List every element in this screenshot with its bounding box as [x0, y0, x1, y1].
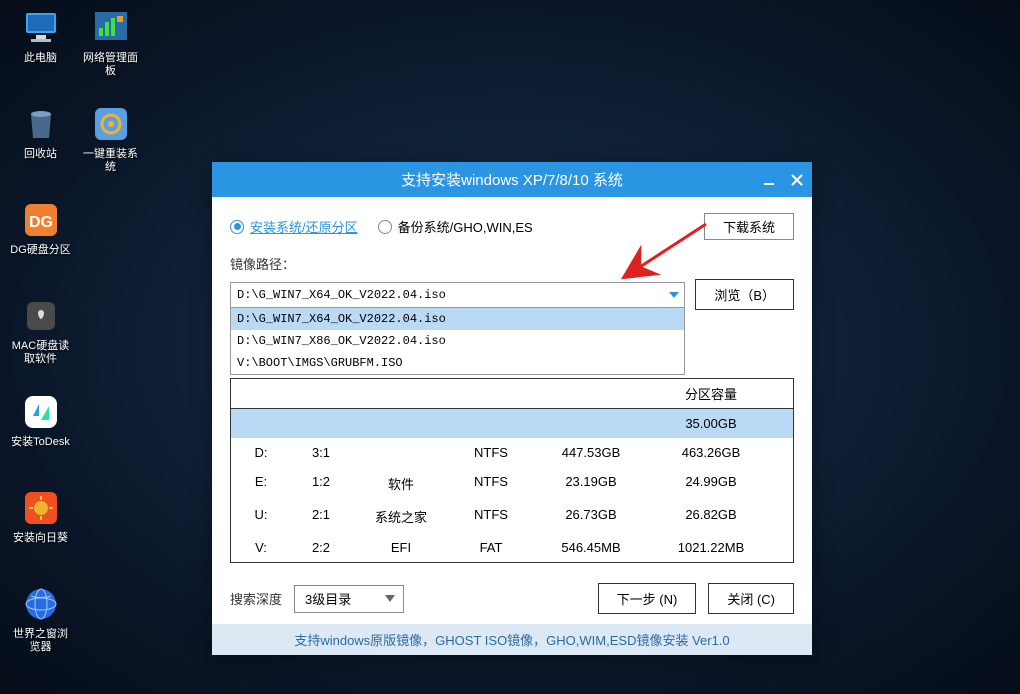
cell-used: 447.53GB: [531, 438, 651, 467]
mac-icon: [21, 296, 61, 336]
radio-backup-label: 备份系统/GHO,WIN,ES: [398, 217, 533, 236]
cell-index: 3:1: [291, 438, 351, 467]
cell-drive: U:: [231, 500, 291, 533]
image-path-row: D:\G_WIN7_X64_OK_V2022.04.isoD:\G_WIN7_X…: [230, 279, 794, 310]
dialog-body: 安装系统/还原分区 备份系统/GHO,WIN,ES 下载系统 镜像路径： D:\…: [212, 197, 812, 624]
installer-dialog: 支持安装windows XP/7/8/10 系统 安装系统/还原分区 备份系统/…: [212, 162, 812, 655]
dropdown-item[interactable]: D:\G_WIN7_X86_OK_V2022.04.iso: [231, 330, 684, 352]
icon-label: 一键重装系统: [78, 148, 143, 174]
icon-label: 网络管理面板: [78, 52, 143, 78]
image-path-dropdown: D:\G_WIN7_X64_OK_V2022.04.isoD:\G_WIN7_X…: [230, 308, 685, 375]
close-button[interactable]: [790, 173, 804, 187]
window-title: 支持安装windows XP/7/8/10 系统: [401, 169, 623, 190]
cell-drive: D:: [231, 438, 291, 467]
desktop-icon-net[interactable]: 网络管理面板: [78, 8, 143, 78]
dg-icon: DG: [21, 200, 61, 240]
image-path-label: 镜像路径：: [230, 254, 794, 273]
cell-index: 1:2: [291, 467, 351, 500]
browser-icon: [21, 584, 61, 624]
cell-name: 软件: [351, 467, 451, 500]
footer-text: 支持windows原版镜像，GHOST ISO镜像，GHO,WIM,ESD镜像安…: [212, 624, 812, 655]
todesk-icon: [21, 392, 61, 432]
dropdown-arrow-icon[interactable]: [669, 292, 679, 298]
desktop-icon-dg[interactable]: DG DG硬盘分区: [8, 200, 73, 257]
dropdown-item[interactable]: D:\G_WIN7_X64_OK_V2022.04.iso: [231, 308, 684, 330]
cell-index: 2:1: [291, 500, 351, 533]
window-controls: [762, 162, 804, 197]
next-button[interactable]: 下一步 (N): [598, 583, 697, 614]
cell-fs: NTFS: [451, 467, 531, 500]
bottom-row: 搜索深度 3级目录 下一步 (N) 关闭 (C): [230, 583, 794, 614]
download-system-button[interactable]: 下载系统: [704, 213, 794, 240]
cell-name: EFI: [351, 533, 451, 562]
cell-used: 23.19GB: [531, 467, 651, 500]
radio-circle-icon: [230, 220, 244, 234]
search-depth-select[interactable]: 3级目录: [294, 585, 404, 613]
partition-table: 分区容量 35.00GB D:3:1NTFS447.53GB463.26GBE:…: [230, 378, 794, 563]
radio-backup[interactable]: 备份系统/GHO,WIN,ES: [378, 217, 533, 236]
close-dialog-button[interactable]: 关闭 (C): [708, 583, 794, 614]
table-row[interactable]: D:3:1 NTFS447.53GB463.26GB: [231, 438, 793, 467]
cell-total: 35.00GB: [651, 409, 771, 438]
table-row[interactable]: U:2:1系统之家NTFS26.73GB26.82GB: [231, 500, 793, 533]
icon-label: DG硬盘分区: [10, 244, 71, 257]
reinstall-icon: [91, 104, 131, 144]
mode-row: 安装系统/还原分区 备份系统/GHO,WIN,ES 下载系统: [230, 213, 794, 240]
cell-drive: E:: [231, 467, 291, 500]
desktop-icon-sunflower[interactable]: 安装向日葵: [8, 488, 73, 545]
search-depth-value: 3级目录: [305, 589, 351, 608]
cell-total: 1021.22MB: [651, 533, 771, 562]
desktop-icon-pc[interactable]: 此电脑: [8, 8, 73, 65]
icon-label: 此电脑: [24, 52, 57, 65]
table-row[interactable]: V:2:2EFIFAT546.45MB1021.22MB: [231, 533, 793, 562]
radio-circle-icon: [378, 220, 392, 234]
dropdown-item[interactable]: V:\BOOT\IMGS\GRUBFM.ISO: [231, 352, 684, 374]
table-header-row: 分区容量: [231, 379, 793, 409]
svg-text:DG: DG: [29, 214, 53, 231]
cell-fs: NTFS: [451, 500, 531, 533]
desktop-icon-mac[interactable]: MAC硬盘读取软件: [8, 296, 73, 366]
cell-fs: FAT: [451, 533, 531, 562]
cell-total: 24.99GB: [651, 467, 771, 500]
cell-fs: NTFS: [451, 438, 531, 467]
table-row[interactable]: 35.00GB: [231, 409, 793, 438]
chevron-down-icon: [385, 595, 395, 602]
titlebar[interactable]: 支持安装windows XP/7/8/10 系统: [212, 162, 812, 197]
image-path-combo[interactable]: D:\G_WIN7_X64_OK_V2022.04.isoD:\G_WIN7_X…: [230, 282, 685, 308]
col-capacity: 分区容量: [651, 379, 771, 408]
pc-icon: [21, 8, 61, 48]
cell-drive: V:: [231, 533, 291, 562]
cell-total: 463.26GB: [651, 438, 771, 467]
net-icon: [91, 8, 131, 48]
radio-install[interactable]: 安装系统/还原分区: [230, 217, 358, 236]
cell-used: 26.73GB: [531, 500, 651, 533]
radio-install-label: 安装系统/还原分区: [250, 217, 358, 236]
image-path-input[interactable]: [230, 282, 685, 308]
desktop-icon-reinstall[interactable]: 一键重装系统: [78, 104, 143, 174]
cell-name: 系统之家: [351, 500, 451, 533]
desktop-icon-todesk[interactable]: 安装ToDesk: [8, 392, 73, 449]
cell-total: 26.82GB: [651, 500, 771, 533]
bin-icon: [21, 104, 61, 144]
icon-label: 回收站: [24, 148, 57, 161]
cell-used: 546.45MB: [531, 533, 651, 562]
sunflower-icon: [21, 488, 61, 528]
search-depth-label: 搜索深度: [230, 589, 282, 608]
minimize-button[interactable]: [762, 173, 776, 187]
desktop-icon-browser[interactable]: 世界之窗浏览器: [8, 584, 73, 654]
icon-label: 安装向日葵: [13, 532, 68, 545]
desktop-icon-bin[interactable]: 回收站: [8, 104, 73, 161]
icon-label: 安装ToDesk: [11, 436, 70, 449]
cell-index: 2:2: [291, 533, 351, 562]
icon-label: 世界之窗浏览器: [8, 628, 73, 654]
icon-label: MAC硬盘读取软件: [8, 340, 73, 366]
table-row[interactable]: E:1:2软件NTFS23.19GB24.99GB: [231, 467, 793, 500]
cell-name: [351, 438, 451, 467]
browse-button[interactable]: 浏览（B）: [695, 279, 794, 310]
